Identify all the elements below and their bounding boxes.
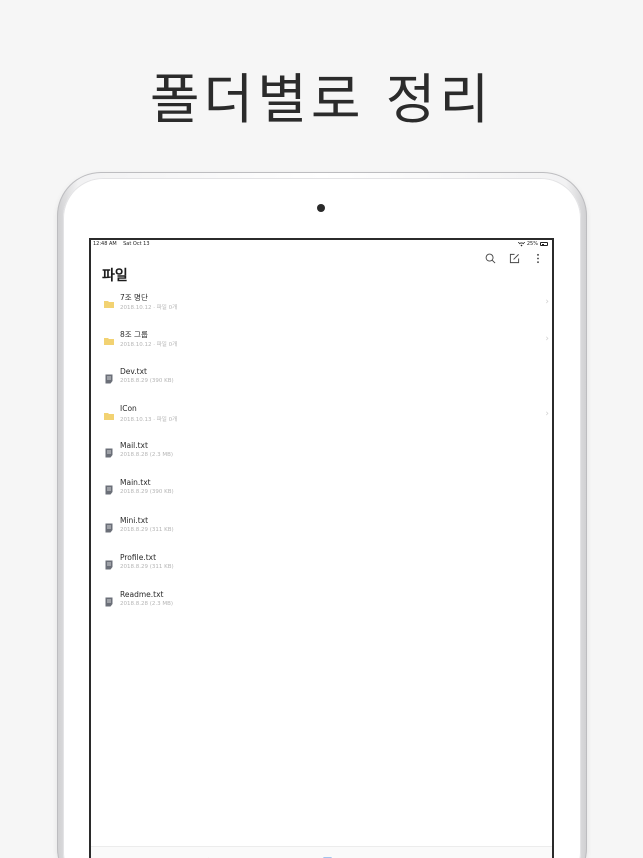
list-item-file[interactable]: Dev.txt 2018.8.29 (390 KB) [91,362,552,399]
app-store-screenshot: 폴더별로 정리 12:48 AM Sat Oct 13 25% 파일 7조 명단… [0,0,643,858]
tab-recent[interactable] [203,853,214,858]
item-meta: 2018.8.28 (2.3 MB) [120,601,174,608]
item-meta: 2018.10.12 · 파일 0개 [120,342,178,349]
item-name: ICon [120,403,137,413]
status-time-date: 12:48 AM Sat Oct 13 [93,241,150,247]
headline: 폴더별로 정리 [149,68,494,131]
text-file-icon [105,523,113,533]
status-right: 25% [517,241,548,247]
list-item-file[interactable]: Mini.txt 2018.8.29 (311 KB) [91,511,552,548]
chevron-right-icon: › [545,334,549,345]
folder-icon [104,301,114,308]
item-name: Mail.txt [120,441,148,451]
item-name: 7조 명단 [120,293,148,302]
tab-settings[interactable] [444,853,455,858]
item-name: Readme.txt [120,590,164,600]
item-meta: 2018.10.13 · 파일 0개 [120,416,178,423]
tab-files[interactable] [322,853,333,858]
list-item-file[interactable]: Profile.txt 2018.8.29 (311 KB) [91,548,552,585]
status-bar: 12:48 AM Sat Oct 13 25% [91,240,552,248]
text-file-icon [105,448,113,458]
list-item-file[interactable]: Mail.txt 2018.8.28 (2.3 MB) [91,436,552,473]
search-icon[interactable] [484,252,496,264]
compose-icon[interactable] [508,252,520,264]
item-name: Profile.txt [120,553,157,563]
tab-bar [91,846,552,858]
status-date: Sat Oct 13 [123,241,150,247]
folder-icon [104,412,114,420]
text-file-icon [105,597,113,607]
text-file-icon [105,560,113,570]
text-file-icon [105,485,113,495]
list-item-file[interactable]: Readme.txt 2018.8.28 (2.3 MB) [91,585,552,622]
battery-icon [540,242,548,246]
item-meta: 2018.8.28 (2.3 MB) [120,452,174,459]
item-meta: 2018.8.29 (390 KB) [120,377,174,384]
item-name: Mini.txt [120,515,149,525]
item-name: 8조 그룹 [120,330,148,340]
app-screen: 12:48 AM Sat Oct 13 25% 파일 7조 명단 2018.10… [89,238,554,858]
item-name: Main.txt [120,478,151,488]
list-item-folder[interactable]: 7조 명단 2018.10.12 · 파일 0개 › [91,287,552,324]
item-meta: 2018.8.29 (311 KB) [120,564,174,571]
status-time: 12:48 AM [93,241,117,247]
front-camera-icon [317,204,325,212]
list-item-file[interactable]: Main.txt 2018.8.29 (390 KB) [91,473,552,510]
battery-percent: 25% [526,241,538,247]
wifi-icon [517,241,525,246]
text-file-icon [105,374,113,384]
item-meta: 2018.10.12 · 파일 0개 [120,305,178,311]
list-item-folder[interactable]: 8조 그룹 2018.10.12 · 파일 0개 › [91,324,552,361]
toolbar [484,252,544,264]
chevron-right-icon: › [545,297,549,307]
folder-icon [104,338,114,346]
more-icon[interactable] [532,252,544,264]
file-list: 7조 명단 2018.10.12 · 파일 0개 › 8조 그룹 2018.10… [91,287,552,623]
page-title: 파일 [102,268,128,284]
item-meta: 2018.8.29 (390 KB) [120,489,174,496]
list-item-folder[interactable]: ICon 2018.10.13 · 파일 0개 › [91,399,552,436]
item-name: Dev.txt [120,366,147,376]
item-meta: 2018.8.29 (311 KB) [120,526,174,533]
chevron-right-icon: › [545,408,549,419]
